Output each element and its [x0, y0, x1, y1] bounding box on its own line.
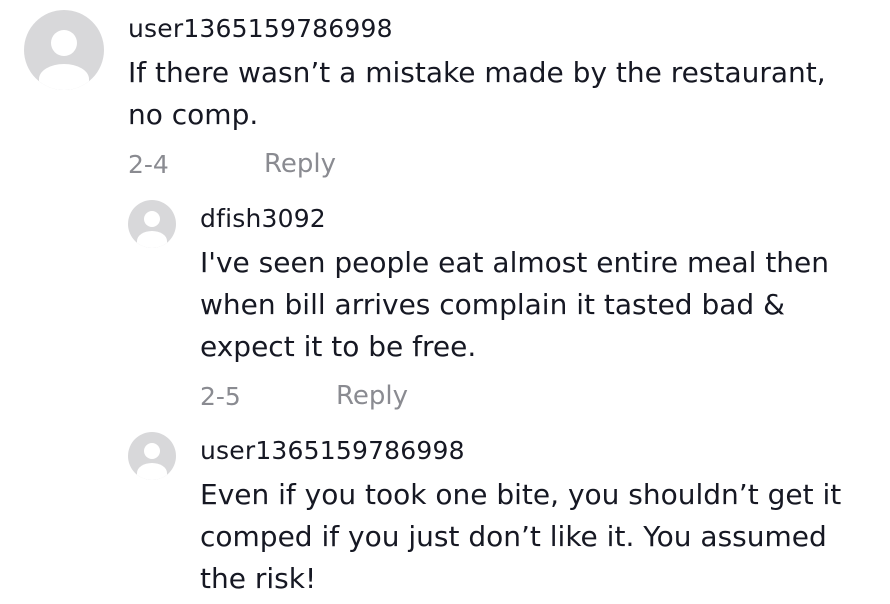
- comment-date: 2-5: [200, 382, 241, 411]
- avatar-placeholder-icon: [51, 30, 77, 56]
- comment-text: I've seen people eat almost entire meal …: [200, 246, 830, 363]
- reply-button[interactable]: Reply: [264, 149, 336, 179]
- avatar-placeholder-icon: [144, 211, 160, 227]
- comment-username[interactable]: dfish3092: [200, 204, 326, 233]
- avatar[interactable]: [128, 432, 176, 480]
- comment-username[interactable]: user1365159786998: [128, 14, 393, 43]
- comment-username[interactable]: user1365159786998: [200, 436, 465, 465]
- avatar[interactable]: [128, 200, 176, 248]
- comment-text: If there wasn’t a mistake made by the re…: [128, 56, 826, 131]
- avatar[interactable]: [24, 10, 104, 90]
- avatar-placeholder-icon: [144, 443, 160, 459]
- reply-button[interactable]: Reply: [336, 381, 408, 411]
- comment-date: 2-4: [128, 150, 169, 179]
- comment-text: Even if you took one bite, you shouldn’t…: [200, 478, 842, 595]
